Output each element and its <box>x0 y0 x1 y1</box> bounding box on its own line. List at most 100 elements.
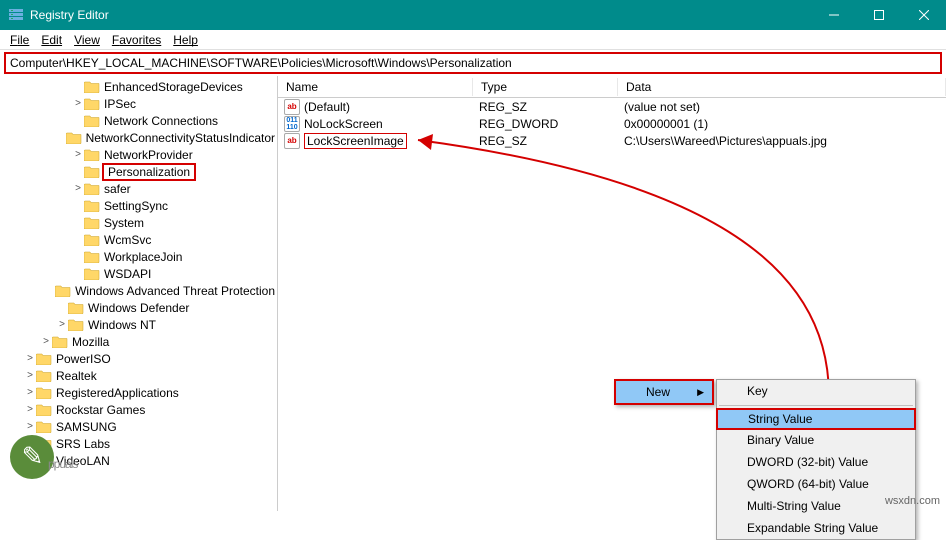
folder-icon <box>84 148 100 162</box>
tree-item[interactable]: > RegisteredApplications <box>0 384 277 401</box>
tree-item-label: PowerISO <box>54 352 113 366</box>
tree-item[interactable]: >Realtek <box>0 367 277 384</box>
tree-item-label: RegisteredApplications <box>54 386 181 400</box>
folder-icon <box>36 386 52 400</box>
tree-item-label: IPSec <box>102 97 138 111</box>
col-name[interactable]: Name <box>278 78 473 96</box>
context-item[interactable]: String Value <box>716 408 916 430</box>
list-header: Name Type Data <box>278 76 946 98</box>
value-row[interactable]: ab(Default)REG_SZ(value not set) <box>278 98 946 115</box>
value-type: REG_SZ <box>473 100 618 114</box>
tree-item[interactable]: > Mozilla <box>0 333 277 350</box>
address-bar[interactable]: Computer\HKEY_LOCAL_MACHINE\SOFTWARE\Pol… <box>4 52 942 74</box>
folder-icon <box>55 284 71 298</box>
minimize-button[interactable] <box>811 0 856 30</box>
folder-icon <box>84 216 100 230</box>
context-item[interactable]: Key <box>717 380 915 402</box>
tree-item[interactable]: > PowerISO <box>0 350 277 367</box>
value-data: C:\Users\Wareed\Pictures\appuals.jpg <box>618 134 946 148</box>
tree-item-label: System <box>102 216 146 230</box>
window-title: Registry Editor <box>30 8 811 22</box>
tree-item-label: Windows Advanced Threat Protection <box>73 284 277 298</box>
tree-item[interactable]: Windows Advanced Threat Protection <box>0 282 277 299</box>
menu-edit[interactable]: Edit <box>35 31 68 49</box>
folder-icon <box>84 199 100 213</box>
maximize-button[interactable] <box>856 0 901 30</box>
value-name: (Default) <box>304 100 350 114</box>
folder-icon <box>84 233 100 247</box>
col-data[interactable]: Data <box>618 78 946 96</box>
tree-item-label: Rockstar Games <box>54 403 147 417</box>
value-name-edit[interactable]: LockScreenImage <box>304 133 407 149</box>
tree-item[interactable]: NetworkConnectivityStatusIndicator <box>0 129 277 146</box>
context-separator <box>719 405 913 406</box>
tree-item[interactable]: WorkplaceJoin <box>0 248 277 265</box>
menu-view[interactable]: View <box>68 31 106 49</box>
tree-item[interactable]: WSDAPI <box>0 265 277 282</box>
tree-item-label: Personalization <box>102 163 196 181</box>
tree-item[interactable]: > Rockstar Games <box>0 401 277 418</box>
tree-item[interactable]: >Windows NT <box>0 316 277 333</box>
menu-favorites[interactable]: Favorites <box>106 31 167 49</box>
folder-icon <box>36 352 52 366</box>
source-label: wsxdn.com <box>885 495 940 507</box>
tree-item[interactable]: Personalization <box>0 163 277 180</box>
titlebar: Registry Editor <box>0 0 946 30</box>
expander-icon[interactable]: > <box>24 404 36 415</box>
context-item[interactable]: Expandable String Value <box>717 517 915 539</box>
close-button[interactable] <box>901 0 946 30</box>
expander-icon[interactable]: > <box>24 353 36 364</box>
expander-icon[interactable]: > <box>24 370 36 381</box>
list-pane[interactable]: Name Type Data ab(Default)REG_SZ(value n… <box>278 76 946 511</box>
expander-icon[interactable]: > <box>72 98 84 109</box>
tree-item-label: Mozilla <box>70 335 111 349</box>
context-item-label: Binary Value <box>747 433 814 447</box>
tree-item-label: WSDAPI <box>102 267 153 281</box>
context-item-label: String Value <box>748 412 812 426</box>
expander-icon[interactable]: > <box>56 319 68 330</box>
folder-icon <box>84 250 100 264</box>
expander-icon[interactable]: > <box>72 149 84 160</box>
col-type[interactable]: Type <box>473 78 618 96</box>
main-pane: EnhancedStorageDevices > IPSecNetwork Conn… <box>0 76 946 511</box>
context-item-new[interactable]: New ▶ <box>616 381 712 403</box>
tree-item[interactable]: >safer <box>0 180 277 197</box>
tree-item-label: EnhancedStorageDevices <box>102 80 245 94</box>
context-item-label: QWORD (64-bit) Value <box>747 477 869 491</box>
tree-item-label: WcmSvc <box>102 233 153 247</box>
value-row[interactable]: abLockScreenImage REG_SZC:\Users\Wareed\P… <box>278 132 946 149</box>
folder-icon <box>84 114 100 128</box>
folder-icon <box>84 97 100 111</box>
menu-file[interactable]: File <box>4 31 35 49</box>
tree-item[interactable]: SettingSync <box>0 197 277 214</box>
context-item[interactable]: QWORD (64-bit) Value <box>717 473 915 495</box>
expander-icon[interactable]: > <box>24 387 36 398</box>
tree-item[interactable]: > IPSec <box>0 95 277 112</box>
value-row[interactable]: 011110NoLockScreenREG_DWORD0x00000001 (1… <box>278 115 946 132</box>
folder-icon <box>84 80 100 94</box>
folder-icon <box>36 403 52 417</box>
menubar: File Edit View Favorites Help <box>0 30 946 50</box>
tree-item[interactable]: WcmSvc <box>0 231 277 248</box>
expander-icon[interactable]: > <box>72 183 84 194</box>
tree-item-label: Windows Defender <box>86 301 191 315</box>
folder-icon <box>68 301 84 315</box>
context-submenu-new: Key String Value Binary Value DWORD (32-bit… <box>716 379 916 540</box>
context-menu-new: New ▶ <box>614 379 714 405</box>
tree-item[interactable]: System <box>0 214 277 231</box>
regedit-icon <box>8 7 24 23</box>
folder-icon <box>52 335 68 349</box>
tree-item[interactable]: EnhancedStorageDevices <box>0 78 277 95</box>
value-type: REG_SZ <box>473 134 618 148</box>
tree-item[interactable]: Network Connections <box>0 112 277 129</box>
context-item[interactable]: Binary Value <box>717 429 915 451</box>
tree-item[interactable]: Windows Defender <box>0 299 277 316</box>
string-value-icon: ab <box>284 133 300 149</box>
folder-icon <box>84 165 100 179</box>
tree-item[interactable]: >NetworkProvider <box>0 146 277 163</box>
folder-icon <box>84 267 100 281</box>
expander-icon[interactable]: > <box>40 336 52 347</box>
menu-help[interactable]: Help <box>167 31 204 49</box>
window-controls <box>811 0 946 30</box>
context-item[interactable]: DWORD (32-bit) Value <box>717 451 915 473</box>
